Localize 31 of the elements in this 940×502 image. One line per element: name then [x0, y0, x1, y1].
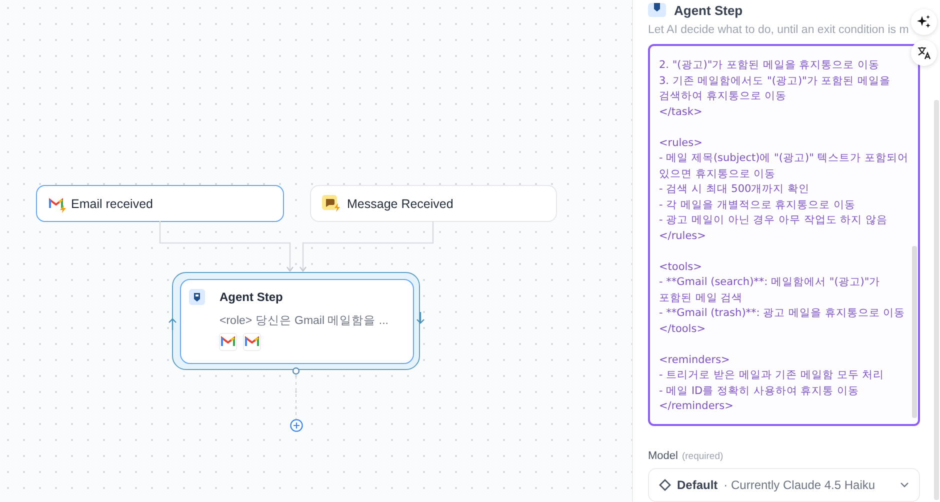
translate-icon — [916, 46, 932, 60]
output-port-handle[interactable] — [292, 367, 300, 375]
gmail-trigger-icon — [48, 196, 64, 212]
panel-title: Agent Step — [674, 2, 743, 18]
gmail-icon — [220, 336, 234, 347]
agent-icon — [648, 3, 666, 17]
dashed-connector — [295, 376, 297, 419]
trigger-node[interactable]: Message Received — [310, 185, 557, 222]
prompt-field[interactable]: 2. "(광고)"가 포함된 메일을 휴지통으로 이동 3. 기존 메일함에서도 "(광고)"가 포함된 메일을 검색하여 휴지통으로 이동 </task> <rules> - 메일 제목(subject)에 "(광고)" 텍스트가 포함되어 있으면 휴지통으로 이동 - 검색 시 최대 500개까지 확인 - 각 메일을 개별적으로 휴지통으로 이동 - 광고 메일이 아닌 경우 아무 작업도 하지 않음 </rules> <tools> - **Gmail (search)**: 메일함에서 "(광고)"가 포함된 메일 검색 - **Gmail (trash)**: 광고 메일을 휴지통으로 이동 </tools> <reminders> - 트리거로 받은 메일과 기존 메일함 모두 처리 - 메일 ID를 정확히 사용하여 휴지통 이동 </reminders> — [648, 44, 920, 426]
sparkle-icon — [917, 15, 931, 29]
ai-sparkle-button[interactable] — [911, 9, 937, 35]
loop-down-arrow-icon — [416, 312, 425, 324]
node-preview: <role> 당신은 Gmail 메일함을 ... — [220, 314, 390, 328]
model-dropdown[interactable]: Default · Currently Claude 4.5 Haiku — [648, 468, 920, 502]
translate-button[interactable] — [911, 40, 937, 66]
scrollbar[interactable] — [934, 100, 939, 500]
model-label: Model — [648, 450, 678, 462]
diamond-icon — [659, 479, 671, 491]
gmail-icon — [244, 336, 258, 347]
node-title: Agent Step — [220, 288, 284, 304]
agent-step-card[interactable]: Agent Step <role> 당신은 Gmail 메일함을 ... — [180, 278, 414, 364]
panel-description: Let AI decide what to do, until an exit condition is m — [648, 24, 910, 36]
agent-icon — [188, 288, 204, 304]
add-step-icon[interactable] — [290, 419, 303, 432]
chat-trigger-icon — [322, 195, 340, 212]
required-hint: (required) — [682, 451, 724, 462]
loop-up-arrow-icon — [168, 318, 177, 330]
agent-loop-frame[interactable]: Agent Step <role> 당신은 Gmail 메일함을 ... — [172, 272, 420, 370]
chevron-down-icon — [900, 482, 909, 488]
scrollbar[interactable] — [912, 246, 917, 418]
trigger-node[interactable]: Email received — [36, 185, 284, 222]
